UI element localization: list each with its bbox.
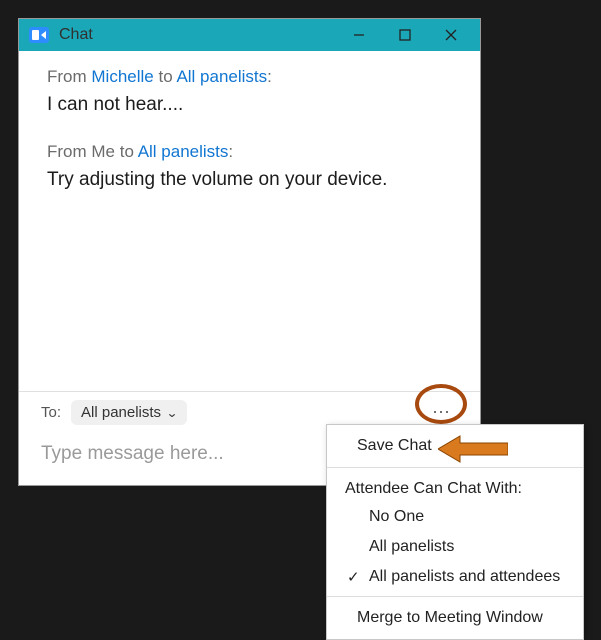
- message-text: Try adjusting the volume on your device.: [47, 168, 456, 193]
- minimize-button[interactable]: [336, 19, 382, 51]
- recipient-name[interactable]: All panelists: [176, 67, 267, 86]
- chat-body: From Michelle to All panelists: I can no…: [19, 51, 480, 391]
- window-title: Chat: [59, 26, 93, 44]
- from-label: From Me to: [47, 142, 138, 161]
- more-options-menu: Save Chat Attendee Can Chat With: No One…: [326, 424, 584, 640]
- more-options-button[interactable]: ⋯: [424, 400, 460, 425]
- chevron-down-icon: ⌄: [166, 406, 178, 420]
- zoom-icon: [29, 27, 49, 43]
- recipient-name[interactable]: All panelists: [138, 142, 229, 161]
- menu-separator: [327, 467, 583, 468]
- menu-option-no-one[interactable]: No One: [327, 502, 583, 532]
- to-label: to: [154, 67, 177, 86]
- close-button[interactable]: [428, 19, 474, 51]
- message-meta: From Michelle to All panelists:: [47, 67, 456, 87]
- menu-option-all[interactable]: All panelists and attendees: [327, 562, 583, 592]
- to-selector[interactable]: All panelists ⌄: [71, 400, 187, 425]
- message-input[interactable]: Type message here...: [41, 443, 224, 464]
- meta-suffix: :: [228, 142, 233, 161]
- meta-suffix: :: [267, 67, 272, 86]
- menu-merge-window[interactable]: Merge to Meeting Window: [327, 601, 583, 635]
- chat-window: Chat From Michelle to All panelists: I c…: [18, 18, 481, 486]
- menu-separator: [327, 596, 583, 597]
- message-meta: From Me to All panelists:: [47, 142, 456, 162]
- chat-message: From Me to All panelists: Try adjusting …: [47, 142, 456, 193]
- from-label: From: [47, 67, 91, 86]
- menu-option-panelists[interactable]: All panelists: [327, 532, 583, 562]
- sender-name[interactable]: Michelle: [91, 67, 153, 86]
- maximize-button[interactable]: [382, 19, 428, 51]
- menu-header: Attendee Can Chat With:: [327, 472, 583, 502]
- to-label: To:: [41, 404, 61, 421]
- titlebar: Chat: [19, 19, 480, 51]
- chat-message: From Michelle to All panelists: I can no…: [47, 67, 456, 118]
- message-text: I can not hear....: [47, 93, 456, 118]
- menu-save-chat[interactable]: Save Chat: [327, 429, 583, 463]
- to-selected: All panelists: [81, 404, 161, 421]
